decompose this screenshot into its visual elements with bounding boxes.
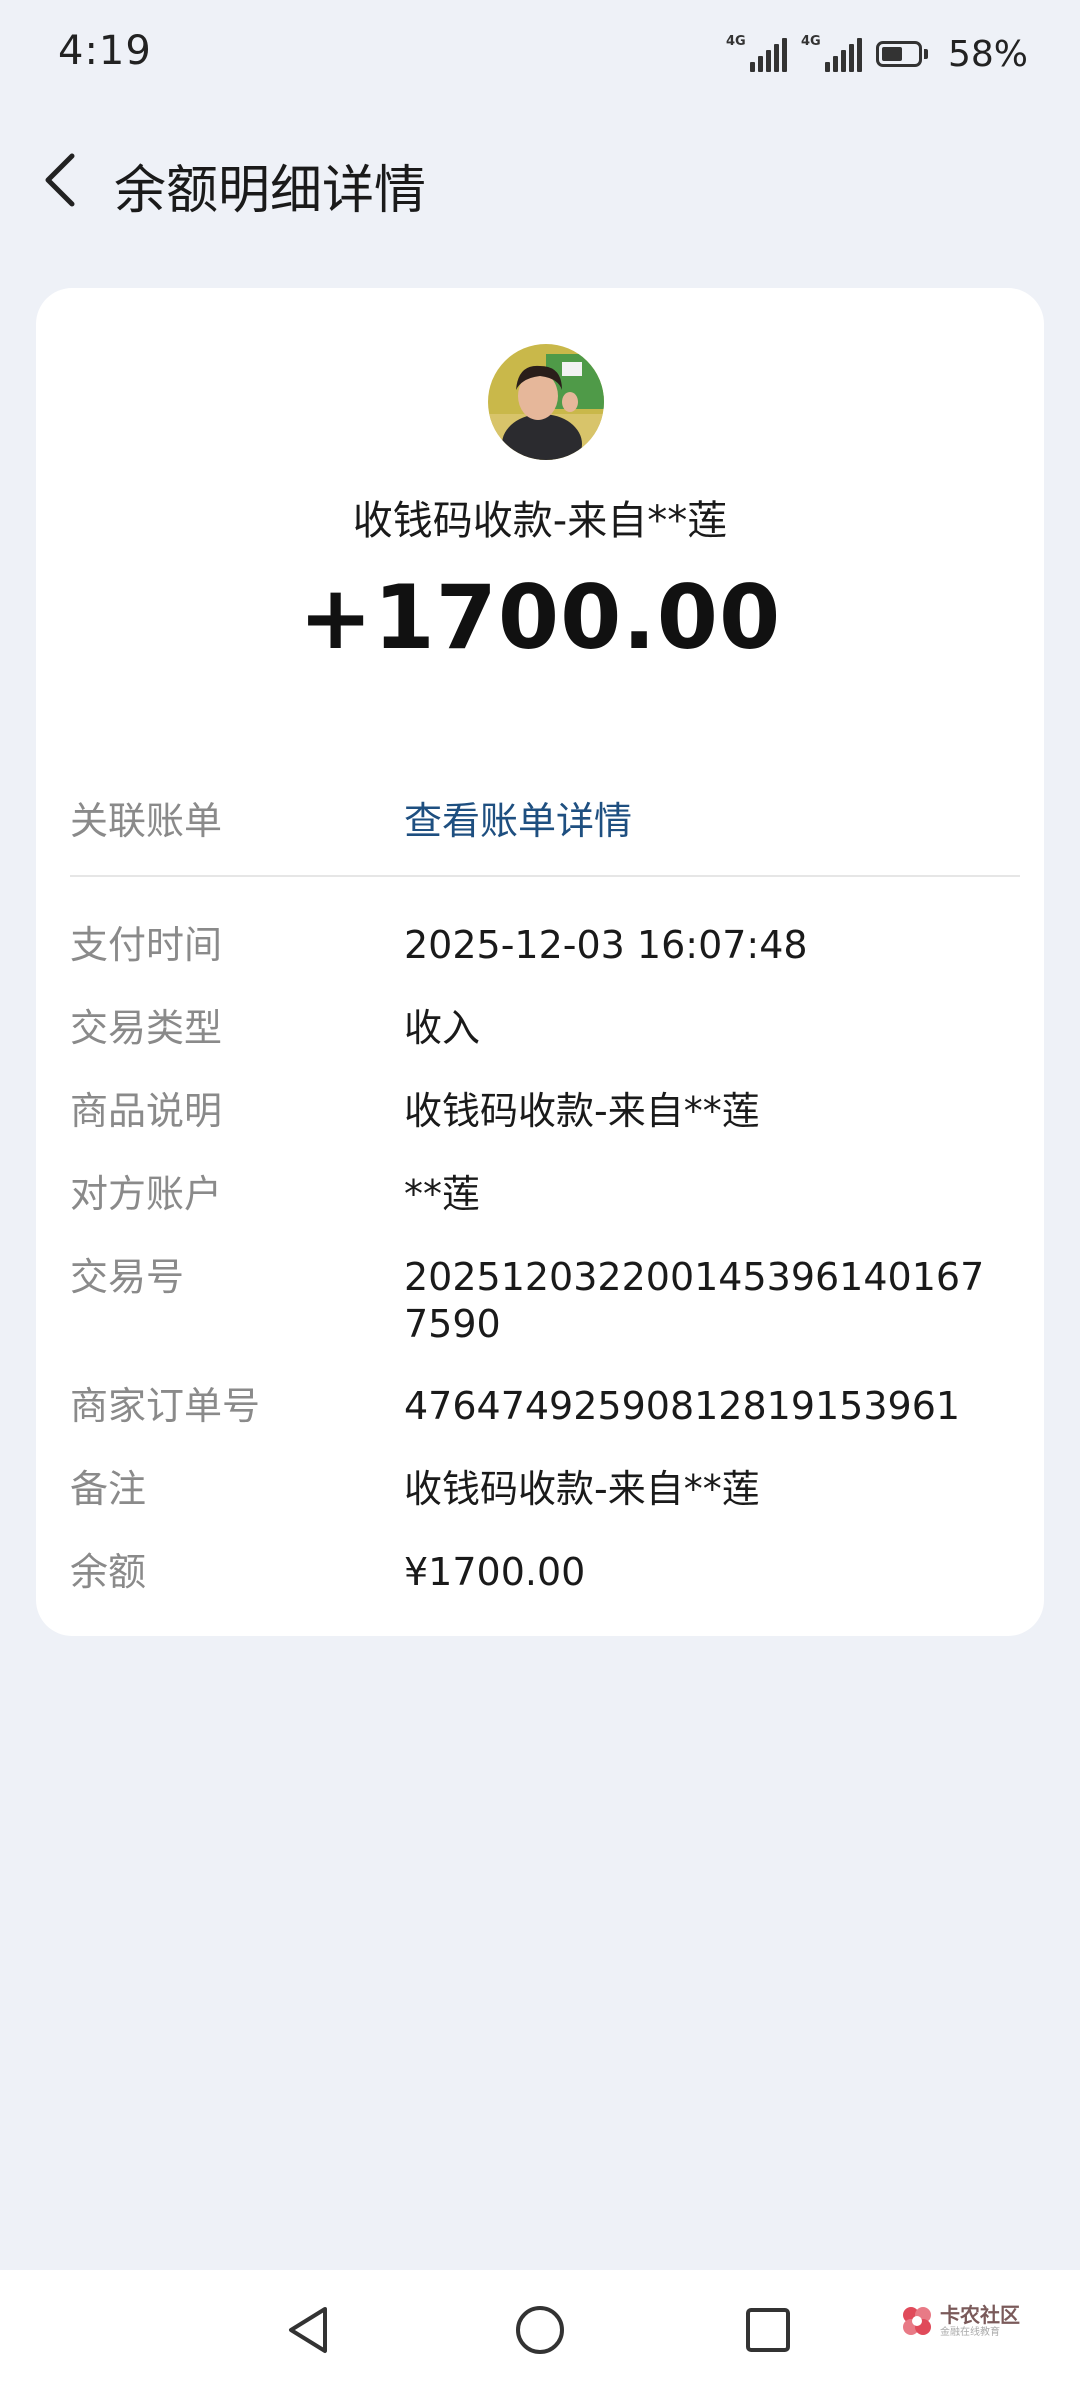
nav-recents-button[interactable] xyxy=(738,2300,798,2360)
detail-label: 商品说明 xyxy=(70,1089,223,1133)
detail-value: **莲 xyxy=(404,1172,481,1216)
divider xyxy=(70,875,1020,877)
detail-value: ¥1700.00 xyxy=(404,1550,586,1594)
detail-value: 收入 xyxy=(404,1006,481,1050)
detail-value: 收钱码收款-来自**莲 xyxy=(404,1089,760,1133)
signal-label: 4G xyxy=(800,34,821,49)
page-title: 余额明细详情 xyxy=(114,161,427,221)
signal-label: 4G xyxy=(725,34,746,49)
signal-icon: 4G xyxy=(800,34,862,72)
detail-label: 交易类型 xyxy=(70,1006,223,1050)
detail-label: 商家订单号 xyxy=(70,1384,261,1428)
detail-value: 2025-12-03 16:07:48 xyxy=(404,923,808,967)
detail-label: 关联账单 xyxy=(70,799,223,843)
detail-label: 余额 xyxy=(70,1550,147,1594)
detail-value: 收钱码收款-来自**莲 xyxy=(404,1467,760,1511)
status-bar: 4:19 4G 4G 58% xyxy=(0,0,1080,110)
detail-card: 收钱码收款-来自**莲 +1700.00 关联账单 查看账单详情 支付时间 20… xyxy=(36,288,1044,1636)
detail-value: 2025120322001453961401677590 xyxy=(404,1255,985,1346)
avatar xyxy=(488,344,604,460)
detail-value: 4764749259081281915396​1 xyxy=(404,1384,961,1428)
battery-percent: 58% xyxy=(947,33,1028,75)
triangle-back-icon xyxy=(289,2307,327,2353)
detail-label: 备注 xyxy=(70,1467,147,1511)
back-button[interactable] xyxy=(30,150,90,210)
status-time: 4:19 xyxy=(58,28,152,74)
watermark: 卡农社区 金融在线教育 xyxy=(900,2304,1020,2338)
detail-label: 支付时间 xyxy=(70,923,223,967)
battery-icon xyxy=(875,41,928,67)
transaction-amount: +1700.00 xyxy=(298,566,782,669)
nav-home-button[interactable] xyxy=(510,2300,570,2360)
signal-icon: 4G xyxy=(725,34,787,72)
status-icons: 4G 4G 58% xyxy=(726,30,1028,78)
circle-home-icon xyxy=(516,2306,564,2354)
watermark-logo-icon xyxy=(903,2307,931,2335)
system-nav-bar: 卡农社区 金融在线教育 xyxy=(0,2270,1080,2388)
chevron-left-icon xyxy=(45,153,75,207)
header: 余额明细详情 xyxy=(0,130,1080,230)
watermark-subtext: 金融在线教育 xyxy=(940,2326,1000,2338)
watermark-text: 卡农社区 xyxy=(940,2302,1020,2327)
view-bill-details-link[interactable]: 查看账单详情 xyxy=(404,798,1004,845)
detail-label: 对方账户 xyxy=(70,1172,223,1216)
detail-label: 交易号 xyxy=(70,1255,185,1299)
transaction-title: 收钱码收款-来自**莲 xyxy=(352,498,728,544)
nav-back-button[interactable] xyxy=(278,2300,338,2360)
square-recents-icon xyxy=(746,2308,790,2352)
